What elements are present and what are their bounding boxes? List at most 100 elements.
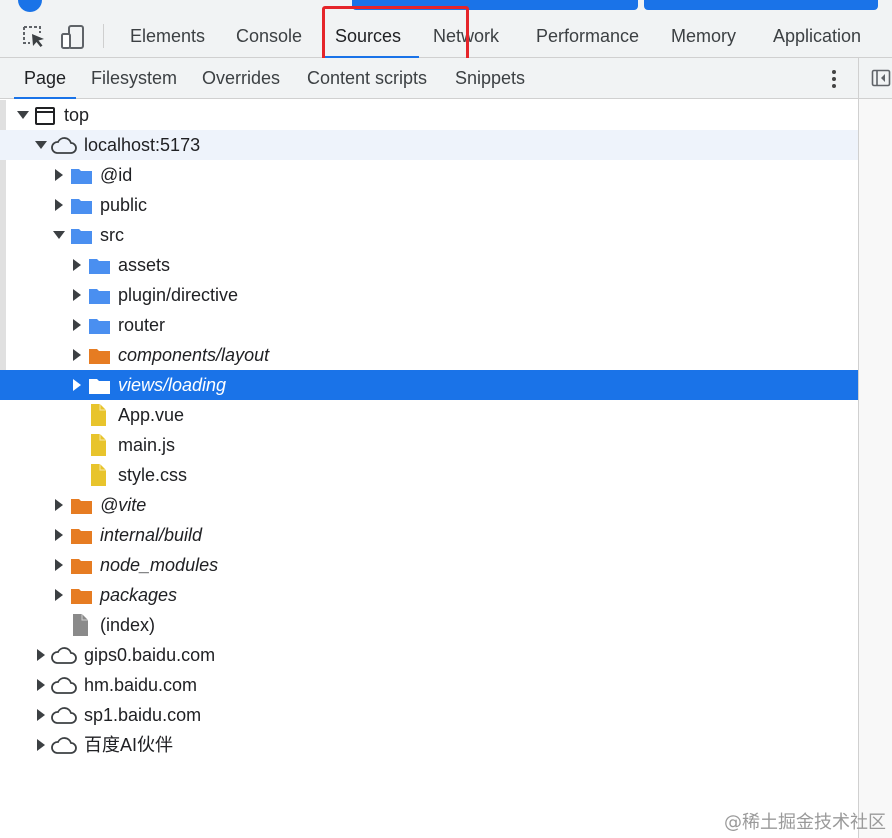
file-icon-yellow bbox=[88, 404, 112, 426]
expand-arrow-right-icon[interactable] bbox=[70, 340, 84, 370]
sources-navigator-tabbar: Page Filesystem Overrides Content scripts Sn… bbox=[0, 58, 858, 99]
expand-arrow-right-icon[interactable] bbox=[52, 490, 66, 520]
expand-arrow-right-icon[interactable] bbox=[34, 730, 48, 760]
expand-arrow-right-icon[interactable] bbox=[70, 280, 84, 310]
tree-item-label: App.vue bbox=[118, 405, 185, 425]
subtab-label: Content scripts bbox=[307, 68, 428, 88]
subtab-content-scripts[interactable]: Content scripts bbox=[307, 58, 427, 98]
frame-icon bbox=[34, 105, 58, 125]
watermark: @稀土掘金技术社区 bbox=[724, 812, 886, 833]
file-icon-yellow bbox=[88, 464, 112, 486]
expand-arrow-down-icon[interactable] bbox=[16, 100, 30, 130]
tree-item-label: hm.baidu.com bbox=[84, 675, 198, 695]
tree-item-localhost-5173[interactable]: localhost:5173 bbox=[0, 130, 858, 160]
tree-item-node-modules[interactable]: node_modules bbox=[0, 550, 858, 580]
expand-arrow-right-icon[interactable] bbox=[52, 520, 66, 550]
expand-arrow-right-icon[interactable] bbox=[52, 550, 66, 580]
tree-item-internal-build[interactable]: internal/build bbox=[0, 520, 858, 550]
expand-arrow-down-icon[interactable] bbox=[34, 130, 48, 160]
tree-item-label: localhost:5173 bbox=[84, 135, 201, 155]
tab-application[interactable]: Application bbox=[773, 14, 861, 58]
folder-icon bbox=[88, 315, 112, 335]
tree-item-packages[interactable]: packages bbox=[0, 580, 858, 610]
tree-item-vite[interactable]: @vite bbox=[0, 490, 858, 520]
tree-item-label: packages bbox=[100, 585, 178, 605]
tree-item-id[interactable]: @id bbox=[0, 160, 858, 190]
tab-memory[interactable]: Memory bbox=[671, 14, 736, 58]
editor-pane-header bbox=[859, 58, 892, 99]
tree-item-label: src bbox=[100, 225, 124, 245]
folder-icon-orange bbox=[70, 495, 94, 515]
tree-item-assets[interactable]: assets bbox=[0, 250, 858, 280]
folder-icon bbox=[88, 255, 112, 275]
folder-icon-orange bbox=[70, 555, 94, 575]
cloud-icon bbox=[50, 645, 77, 665]
page-button-2[interactable] bbox=[644, 0, 878, 10]
tree-item-router[interactable]: router bbox=[0, 310, 858, 340]
expand-arrow-right-icon[interactable] bbox=[34, 700, 48, 730]
subtab-snippets[interactable]: Snippets bbox=[455, 58, 525, 98]
tab-performance[interactable]: Performance bbox=[536, 14, 639, 58]
tree-item-public[interactable]: public bbox=[0, 190, 858, 220]
more-options-icon[interactable] bbox=[826, 68, 842, 90]
show-navigator-icon[interactable] bbox=[871, 68, 891, 88]
tree-item-src[interactable]: src bbox=[0, 220, 858, 250]
expand-arrow-right-icon[interactable] bbox=[34, 640, 48, 670]
tree-item-app-vue[interactable]: App.vue bbox=[0, 400, 858, 430]
folder-icon bbox=[70, 165, 94, 185]
tree-item-label: components/layout bbox=[118, 345, 270, 365]
tab-console[interactable]: Console bbox=[236, 14, 302, 58]
expand-arrow-right-icon[interactable] bbox=[34, 670, 48, 700]
tab-label: Application bbox=[773, 26, 862, 46]
tree-item-label: style.css bbox=[118, 465, 188, 485]
subtab-overrides[interactable]: Overrides bbox=[202, 58, 280, 98]
expand-arrow-right-icon[interactable] bbox=[52, 190, 66, 220]
tree-item-plugin-directive[interactable]: plugin/directive bbox=[0, 280, 858, 310]
folder-icon-orange bbox=[70, 585, 94, 605]
device-toolbar-icon[interactable] bbox=[60, 24, 86, 50]
editor-pane bbox=[858, 58, 892, 838]
cloud-icon bbox=[50, 675, 77, 695]
inspect-element-icon[interactable] bbox=[21, 24, 47, 50]
expand-arrow-down-icon[interactable] bbox=[52, 220, 66, 250]
cloud-icon bbox=[50, 735, 77, 755]
expand-arrow-right-icon[interactable] bbox=[52, 160, 66, 190]
tree-item-label: gips0.baidu.com bbox=[84, 645, 216, 665]
toolbar-divider bbox=[103, 24, 104, 48]
tree-item-top[interactable]: top bbox=[0, 100, 858, 130]
tree-item-label: (index) bbox=[100, 615, 156, 635]
tree-item-label: views/loading bbox=[118, 375, 227, 395]
tree-item-gips0-baidu-com[interactable]: gips0.baidu.com bbox=[0, 640, 858, 670]
expand-arrow-right-icon[interactable] bbox=[70, 370, 84, 400]
subtab-label: Snippets bbox=[455, 68, 526, 88]
folder-icon bbox=[88, 375, 112, 395]
subtab-label: Filesystem bbox=[91, 68, 178, 88]
tree-item-index[interactable]: (index) bbox=[0, 610, 858, 640]
tab-elements[interactable]: Elements bbox=[130, 14, 205, 58]
tree-item-label: @id bbox=[100, 165, 133, 185]
expand-arrow-right-icon[interactable] bbox=[70, 250, 84, 280]
tab-label: Console bbox=[236, 26, 303, 46]
tree-item-ai[interactable]: 百度AI伙伴 bbox=[0, 730, 858, 760]
tree-item-main-js[interactable]: main.js bbox=[0, 430, 858, 460]
tree-item-components-layout[interactable]: components/layout bbox=[0, 340, 858, 370]
expand-arrow-right-icon[interactable] bbox=[70, 310, 84, 340]
tree-item-label: plugin/directive bbox=[118, 285, 239, 305]
tree-item-hm-baidu-com[interactable]: hm.baidu.com bbox=[0, 670, 858, 700]
expand-arrow-right-icon[interactable] bbox=[52, 580, 66, 610]
cloud-icon bbox=[50, 135, 77, 155]
tree-item-sp1-baidu-com[interactable]: sp1.baidu.com bbox=[0, 700, 858, 730]
tab-label: Elements bbox=[130, 26, 206, 46]
subtab-filesystem[interactable]: Filesystem bbox=[91, 58, 177, 98]
tree-item-style-css[interactable]: style.css bbox=[0, 460, 858, 490]
folder-icon-orange bbox=[88, 345, 112, 365]
file-tree: top localhost:5173 @id public src assets plugi… bbox=[0, 100, 858, 760]
tree-item-label: sp1.baidu.com bbox=[84, 705, 202, 725]
tree-item-label: public bbox=[100, 195, 148, 215]
folder-icon bbox=[70, 195, 94, 215]
tree-item-label: main.js bbox=[118, 435, 176, 455]
tree-item-label: node_modules bbox=[100, 555, 219, 575]
file-icon-gray bbox=[70, 614, 94, 636]
subtab-page[interactable]: Page bbox=[14, 58, 77, 99]
tree-item-views-loading[interactable]: views/loading bbox=[0, 370, 858, 400]
